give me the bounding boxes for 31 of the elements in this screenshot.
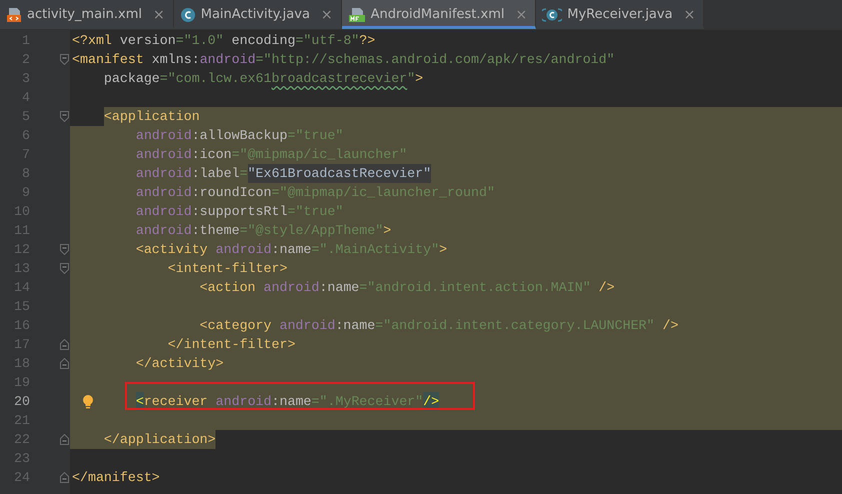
file-tab[interactable]: activity_main.xml × <box>0 0 174 29</box>
class-icon <box>180 6 196 22</box>
file-tab[interactable]: MyReceiver.java × <box>536 0 704 29</box>
close-icon[interactable]: × <box>684 6 696 22</box>
code-line: </intent-filter> <box>166 336 296 354</box>
fold-icon[interactable] <box>60 358 69 369</box>
file-tab[interactable]: AndroidManifest.xml × <box>342 0 536 29</box>
class-icon <box>542 6 562 22</box>
code-line: <manifest xmlns:android="http://schemas.android.com/apk/res/android" <box>72 51 615 69</box>
code-line: </activity> <box>134 355 224 373</box>
fold-icon[interactable] <box>60 339 69 350</box>
fold-icon[interactable] <box>60 472 69 483</box>
fold-icon[interactable] <box>60 434 69 445</box>
close-icon[interactable]: × <box>153 6 165 22</box>
close-icon[interactable]: × <box>516 6 528 22</box>
code-line: <application <box>104 108 200 126</box>
fold-icon[interactable] <box>60 244 69 255</box>
code-line: <intent-filter> <box>166 260 288 278</box>
code-line: <?xml version="1.0" encoding="utf-8"?> <box>72 32 376 50</box>
close-icon[interactable]: × <box>320 6 333 22</box>
fold-icon[interactable] <box>60 263 69 274</box>
fold-icon[interactable] <box>60 54 69 65</box>
code-line: package="com.lcw.ex61broadcastrecevier"> <box>102 70 424 88</box>
file-tab[interactable]: MainActivity.java × <box>174 0 342 29</box>
code-line: </manifest> <box>72 469 160 487</box>
xml-file-icon <box>6 6 22 22</box>
lightbulb-icon[interactable] <box>82 394 94 410</box>
code-line: </application> <box>102 431 216 449</box>
fold-icon[interactable] <box>60 111 69 122</box>
manifest-file-icon <box>348 6 366 22</box>
line-number: 20 <box>13 393 30 411</box>
